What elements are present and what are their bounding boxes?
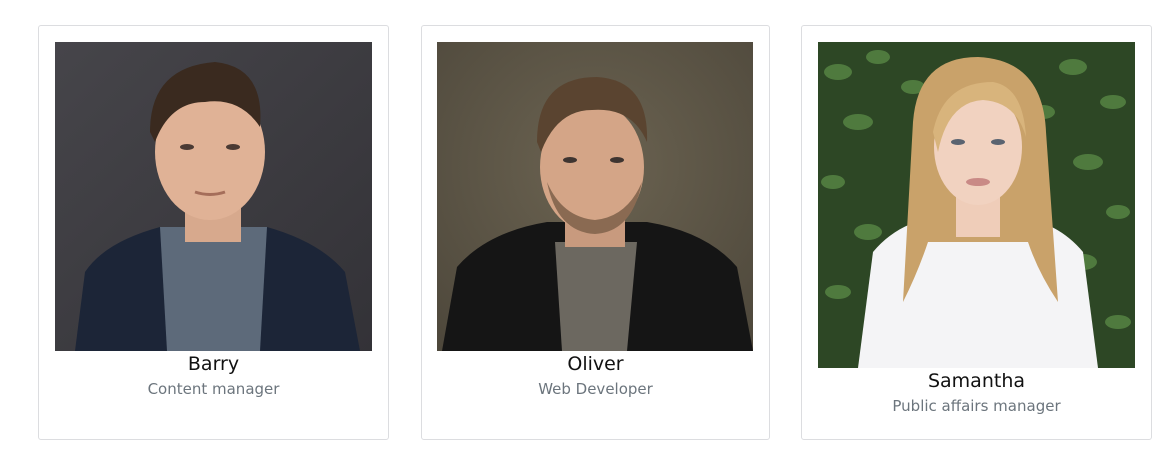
profile-photo-barry (55, 42, 372, 351)
member-role: Public affairs manager (892, 397, 1061, 415)
team-card-samantha[interactable]: Samantha Public affairs manager (801, 25, 1152, 440)
member-role: Web Developer (538, 380, 653, 398)
profile-photo-oliver (437, 42, 753, 351)
team-card-barry[interactable]: Barry Content manager (38, 25, 389, 440)
member-name: Samantha (927, 370, 1026, 392)
team-card-oliver[interactable]: Oliver Web Developer (421, 25, 770, 440)
member-role: Content manager (147, 380, 280, 398)
profile-photo-samantha (818, 42, 1135, 368)
member-name: Oliver (567, 353, 624, 375)
member-name: Barry (187, 353, 240, 375)
